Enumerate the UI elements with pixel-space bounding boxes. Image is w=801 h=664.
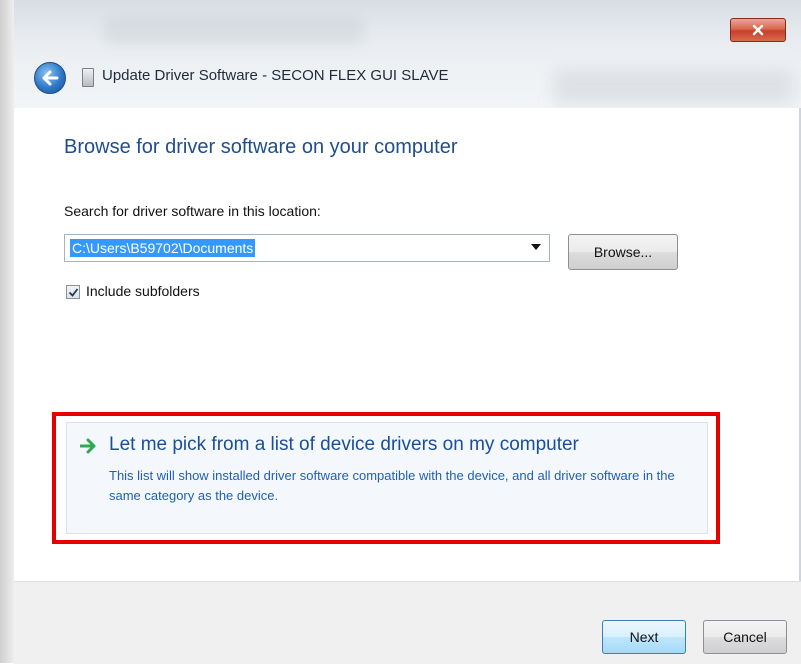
include-subfolders-label[interactable]: Include subfolders — [86, 283, 200, 299]
include-subfolders-checkbox[interactable] — [66, 285, 80, 299]
device-icon — [82, 68, 94, 87]
back-button[interactable] — [34, 62, 66, 94]
back-arrow-icon — [42, 70, 59, 86]
background-window-edge — [0, 0, 14, 663]
driver-location-combobox[interactable]: C:\Users\B59702\Documents — [64, 234, 550, 262]
close-button[interactable] — [730, 18, 786, 42]
dialog-content: Browse for driver software on your compu… — [14, 108, 801, 581]
next-button[interactable]: Next — [602, 620, 686, 654]
search-location-label: Search for driver software in this locat… — [64, 203, 321, 219]
update-driver-dialog: Update Driver Software - SECON FLEX GUI … — [14, 0, 801, 664]
cancel-button[interactable]: Cancel — [703, 620, 787, 654]
browse-button[interactable]: Browse... — [568, 234, 678, 270]
red-highlight-box — [52, 412, 720, 544]
close-icon — [752, 24, 764, 36]
driver-location-value[interactable]: C:\Users\B59702\Documents — [70, 239, 256, 257]
titlebar-blur — [104, 18, 364, 44]
window-title: Update Driver Software - SECON FLEX GUI … — [102, 67, 449, 84]
chevron-down-icon[interactable] — [531, 244, 541, 250]
titlebar-blur — [554, 70, 794, 104]
checkmark-icon — [68, 287, 78, 297]
page-title: Browse for driver software on your compu… — [64, 136, 458, 158]
title-bar: Update Driver Software - SECON FLEX GUI … — [14, 0, 801, 108]
dialog-footer: Next Cancel — [14, 581, 801, 664]
